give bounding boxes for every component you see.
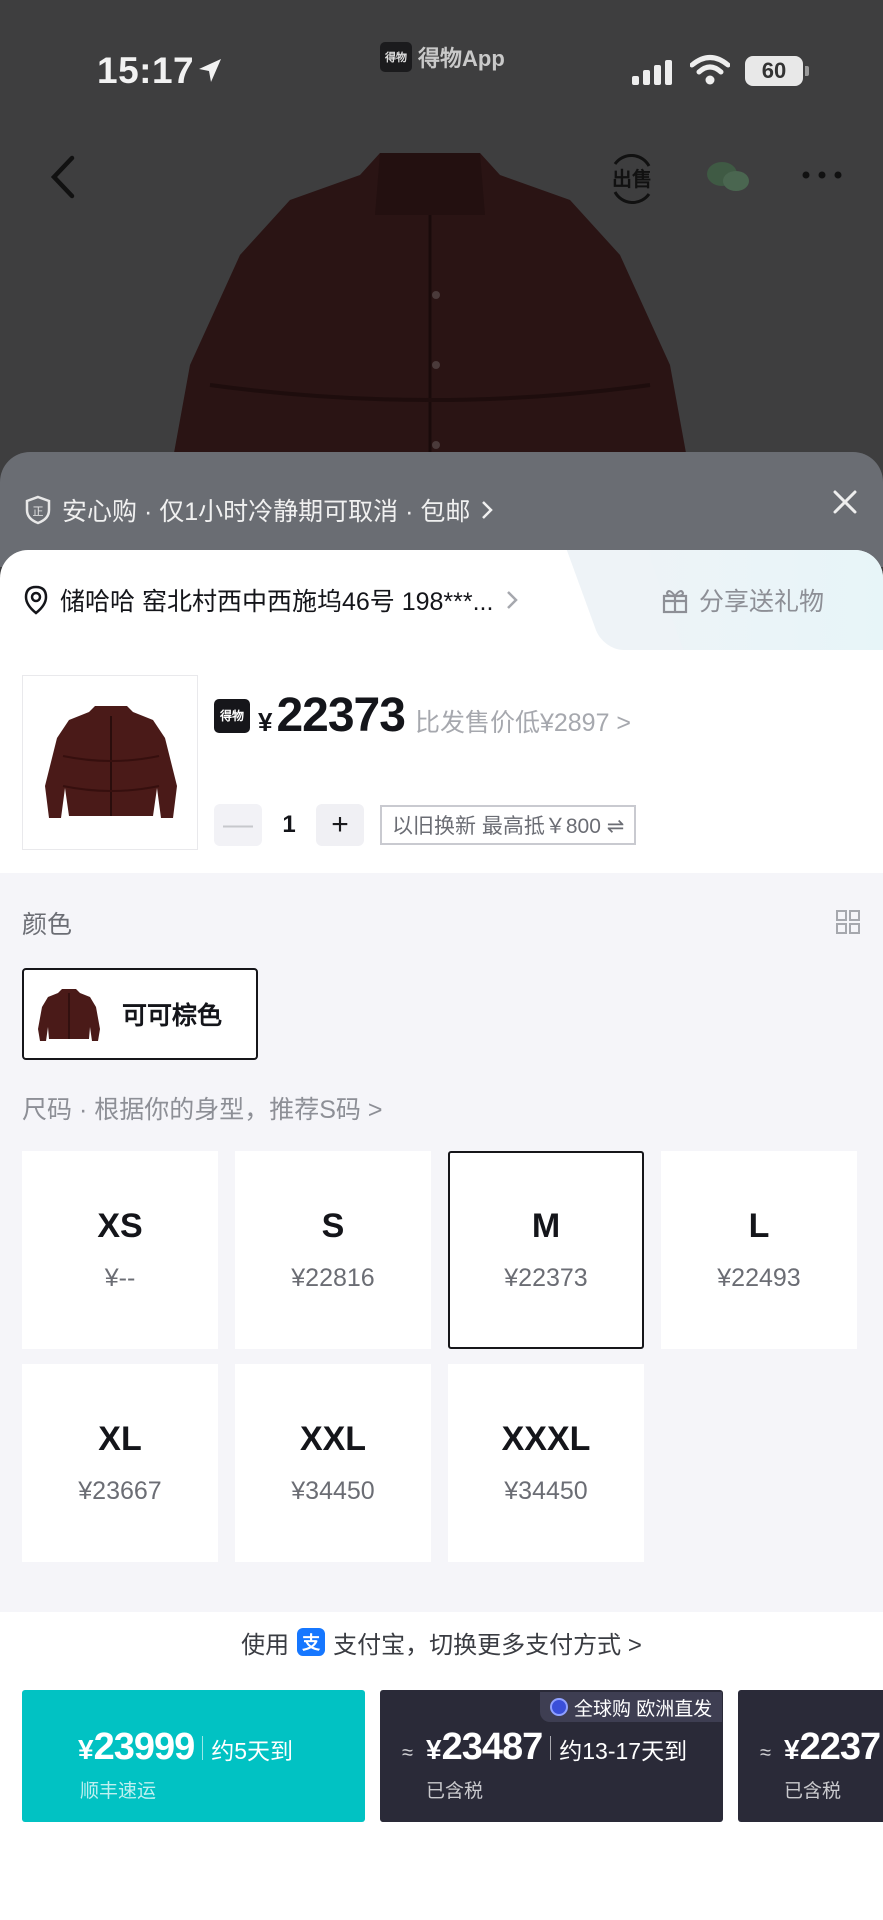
size-price: ¥34450 xyxy=(504,1477,588,1505)
increase-quantity-button[interactable]: + xyxy=(316,804,364,846)
buy-subtitle: 已含税 xyxy=(426,1781,484,1802)
size-price: ¥23667 xyxy=(78,1477,162,1505)
size-label: XXXL xyxy=(501,1420,591,1458)
color-option-name: 可可棕色 xyxy=(122,1002,223,1030)
size-option-l[interactable]: L ¥22493 xyxy=(661,1151,857,1349)
size-price: ¥-- xyxy=(104,1264,136,1292)
divider xyxy=(202,1735,204,1760)
product-price: 22373 xyxy=(276,689,405,742)
grid-view-icon[interactable] xyxy=(835,909,861,935)
alipay-icon: 支 xyxy=(297,1628,326,1656)
payment-method-selector[interactable]: 使用 支 支付宝，切换更多支付方式 > xyxy=(0,1612,883,1672)
share-gift-label: 分享送礼物 xyxy=(699,588,825,616)
wifi-icon xyxy=(690,55,730,85)
size-label: M xyxy=(531,1207,561,1245)
status-time: 15:17 xyxy=(97,50,195,91)
promo-text: 安心购 · 仅1小时冷静期可取消 · 包邮 xyxy=(62,498,471,526)
payment-prefix: 使用 xyxy=(241,1631,290,1659)
more-icon[interactable] xyxy=(800,160,844,190)
address-text: 储哈哈 窑北村西中西施坞46号 198***... xyxy=(60,588,494,616)
size-option-xxl[interactable]: XXL ¥34450 xyxy=(235,1364,431,1562)
status-bar: 15:17 得物 得物App 60 xyxy=(0,0,883,150)
chevron-right-icon xyxy=(507,591,519,609)
buy-price: 23999 xyxy=(93,1726,196,1768)
buy-price: 2237 xyxy=(799,1726,882,1768)
buy-price: 23487 xyxy=(441,1726,544,1768)
globe-icon xyxy=(550,1698,568,1716)
quantity-value: 1 xyxy=(282,811,296,838)
options-panel: 颜色 可可棕色 尺码 · 根据你的身型，推荐S码 > XS ¥-- S ¥228… xyxy=(0,873,883,1613)
size-price: ¥22493 xyxy=(717,1264,801,1292)
buy-currency: ¥ xyxy=(784,1734,800,1765)
approx-sign: ≈ xyxy=(402,1742,413,1764)
shield-icon: 正 xyxy=(25,495,51,525)
size-option-m[interactable]: M ¥22373 xyxy=(448,1151,644,1349)
product-thumbnail[interactable] xyxy=(22,675,198,850)
trade-in-button[interactable]: 以旧换新 最高抵￥800 ⇌ xyxy=(380,805,637,845)
location-arrow-icon xyxy=(199,59,221,82)
chevron-right-icon xyxy=(482,501,494,519)
price-line: 得物 ¥ 22373 比发售价低¥2897 > xyxy=(214,688,631,743)
share-gift-button[interactable]: 分享送礼物 xyxy=(625,550,883,650)
size-price: ¥22816 xyxy=(291,1264,375,1292)
price-currency: ¥ xyxy=(258,707,273,737)
buy-delivery: 约5天到 xyxy=(211,1738,294,1764)
color-section-title: 颜色 xyxy=(22,911,73,939)
size-price: ¥22373 xyxy=(504,1264,588,1292)
global-purchase-label: 全球购 欧洲直发 xyxy=(574,1698,713,1720)
signal-icon xyxy=(632,60,672,85)
approx-sign: ≈ xyxy=(760,1742,771,1764)
app-name: 得物App xyxy=(418,46,505,71)
app-logo-icon: 得物 xyxy=(380,42,412,72)
buy-subtitle: 已含税 xyxy=(784,1781,842,1802)
divider xyxy=(550,1735,552,1760)
gift-icon xyxy=(662,590,688,614)
buy-currency: ¥ xyxy=(426,1734,442,1765)
size-price: ¥34450 xyxy=(291,1477,375,1505)
purchase-sheet: 储哈哈 窑北村西中西施坞46号 198***... 分享送礼物 得物 ¥ 223… xyxy=(0,550,883,1920)
size-option-xxxl[interactable]: XXXL ¥34450 xyxy=(448,1364,644,1562)
color-option[interactable]: 可可棕色 xyxy=(22,968,258,1060)
jacket-thumbnail-image xyxy=(45,706,177,818)
color-swatch-image xyxy=(38,989,100,1041)
decrease-quantity-button[interactable]: — xyxy=(214,804,262,846)
quantity-stepper: — 1 + 以旧换新 最高抵￥800 ⇌ xyxy=(214,804,637,846)
buy-button-third[interactable]: ≈ ¥ 2237 已含税 xyxy=(738,1690,883,1822)
close-icon[interactable] xyxy=(830,487,860,517)
buy-subtitle: 顺丰速运 xyxy=(80,1781,157,1802)
back-icon[interactable] xyxy=(44,152,84,202)
size-option-xl[interactable]: XL ¥23667 xyxy=(22,1364,218,1562)
size-section-label: 尺码 · 根据你的身型，推荐S码 > xyxy=(22,1096,383,1124)
buy-button-express[interactable]: ¥ 23999 约5天到 顺丰速运 xyxy=(22,1690,365,1822)
global-purchase-badge: 全球购 欧洲直发 xyxy=(540,1692,723,1722)
shield-badge-text: 正 xyxy=(33,505,44,518)
buy-delivery: 约13-17天到 xyxy=(559,1738,688,1764)
size-label: XL xyxy=(98,1420,142,1458)
size-option-s[interactable]: S ¥22816 xyxy=(235,1151,431,1349)
sell-icon[interactable]: 出售 xyxy=(607,154,657,204)
battery-indicator: 60 xyxy=(745,56,809,86)
size-label: XXL xyxy=(299,1420,367,1458)
dewu-logo-icon: 得物 xyxy=(214,698,250,733)
app-badge[interactable]: 得物 得物App xyxy=(380,42,505,72)
size-section-title[interactable]: 尺码 · 根据你的身型，推荐S码 > xyxy=(22,1090,382,1126)
buy-currency: ¥ xyxy=(78,1734,94,1765)
location-pin-icon xyxy=(24,585,48,615)
size-label: L xyxy=(748,1207,770,1245)
payment-text: 支付宝，切换更多支付方式 > xyxy=(333,1631,642,1659)
price-comparison-link[interactable]: 比发售价低¥2897 > xyxy=(415,703,631,739)
size-option-xs[interactable]: XS ¥-- xyxy=(22,1151,218,1349)
sell-label: 出售 xyxy=(612,167,652,191)
address-row[interactable]: 储哈哈 窑北村西中西施坞46号 198***... 分享送礼物 xyxy=(0,550,883,650)
wechat-icon[interactable] xyxy=(706,160,750,194)
trade-in-label: 以旧换新 最高抵￥800 ⇌ xyxy=(392,815,625,838)
size-label: XS xyxy=(97,1207,143,1245)
size-label: S xyxy=(321,1207,345,1245)
